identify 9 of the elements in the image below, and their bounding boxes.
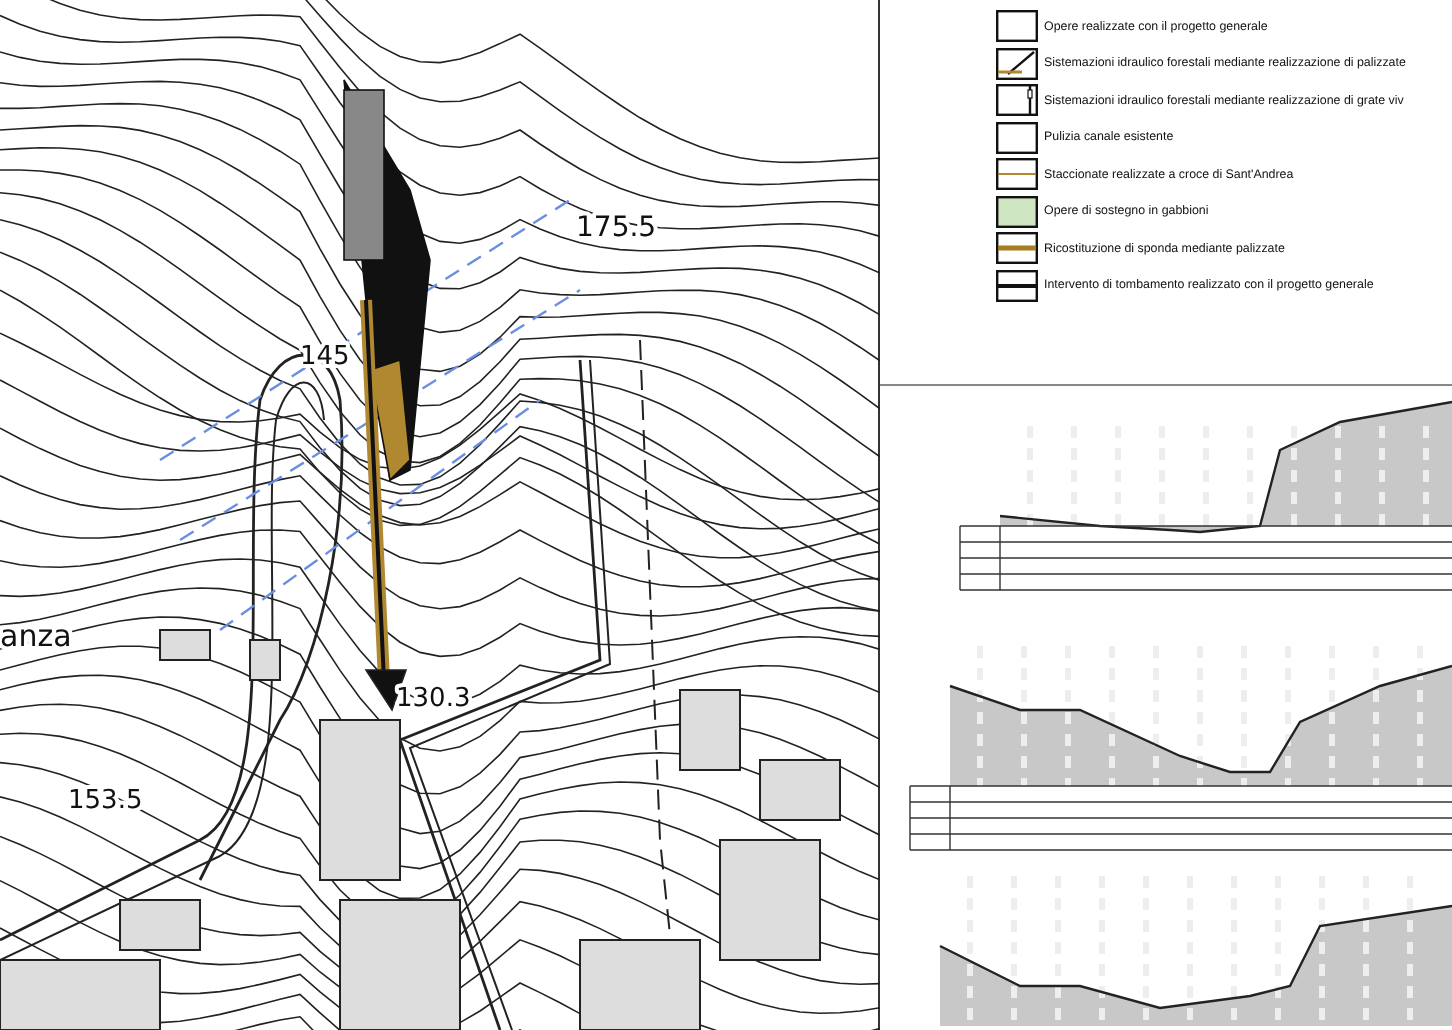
legend-swatch-icon bbox=[996, 84, 1038, 117]
elevation-label: 175.5 bbox=[576, 212, 657, 244]
legend-swatch-icon bbox=[996, 158, 1038, 191]
legend-swatch-icon bbox=[996, 121, 1038, 154]
legend-swatch-icon bbox=[996, 10, 1038, 43]
legend-swatch-icon bbox=[996, 47, 1038, 80]
legend-swatch-icon bbox=[996, 232, 1038, 265]
legend-swatch-icon bbox=[996, 269, 1038, 302]
legend-swatch-icon bbox=[996, 195, 1038, 228]
